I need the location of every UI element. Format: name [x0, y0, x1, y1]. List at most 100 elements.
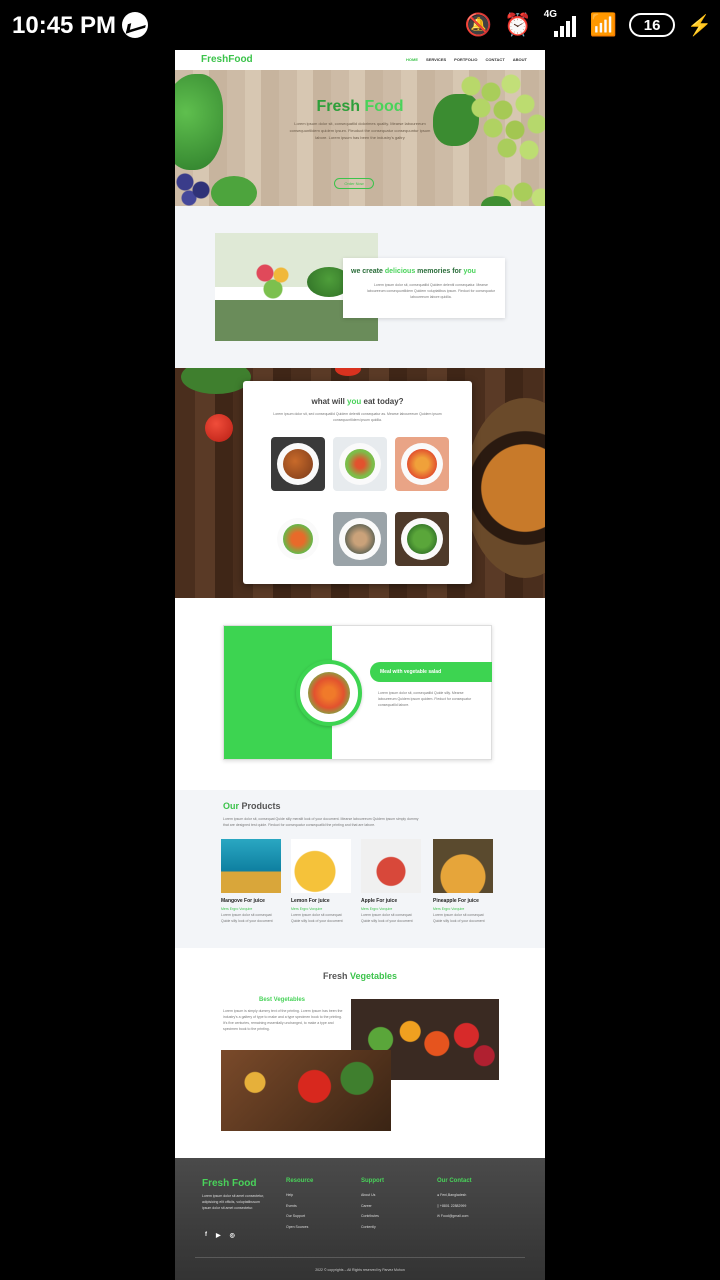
- copyright: 2022 © copyrights – All Rights reserved …: [315, 1268, 405, 1272]
- footer-col-resource: Resource Help Events Our Support Open So…: [286, 1178, 313, 1232]
- footer-brand: Fresh Food: [202, 1178, 257, 1189]
- nav-link-contact[interactable]: CONTACT: [486, 57, 505, 62]
- footer-link[interactable]: Help: [286, 1190, 313, 1201]
- signal-icon: 4G: [544, 9, 578, 37]
- vegetables-section: Fresh Vegetables Best Vegetables Lorem i…: [175, 948, 545, 1158]
- dish-image[interactable]: [395, 512, 449, 566]
- site-logo[interactable]: FreshFood: [201, 54, 253, 65]
- footer-link[interactable]: Career: [361, 1201, 384, 1212]
- footer-link[interactable]: Open Sources: [286, 1222, 313, 1233]
- grapes-decoration: [451, 70, 545, 170]
- nav-link-home[interactable]: HOME: [406, 57, 418, 62]
- footer-location: ● Feni,Bangladesh: [437, 1193, 467, 1197]
- product-name: Lemon For juice: [291, 898, 330, 904]
- footer: Fresh Food Lorem ipsum dolor sit amet co…: [175, 1158, 545, 1280]
- meal-description: Lorem ipsum dolor sit, consequatlid Quid…: [378, 691, 472, 707]
- hero-description: Lorem ipsum dolor sit, consequatlid dolo…: [289, 121, 431, 140]
- product-card[interactable]: Apple For juice Mers Ergro Vorquire Lore…: [361, 839, 421, 924]
- navbar: FreshFood HOME SERVICES PORTFOLIO CONTAC…: [175, 50, 545, 70]
- product-name: Apple For juice: [361, 898, 398, 904]
- nav-link-services[interactable]: SERVICES: [426, 57, 446, 62]
- dish-image[interactable]: [271, 512, 325, 566]
- dish-image[interactable]: [333, 437, 387, 491]
- about-text: Lorem ipsum dolor sit, consequatlid Quid…: [367, 283, 495, 299]
- product-image: [361, 839, 421, 893]
- leaf-decoration: [175, 74, 223, 170]
- footer-link[interactable]: Contently: [361, 1222, 384, 1233]
- wifi-icon: 📶: [589, 12, 618, 37]
- footer-col-contact: Our Contact ● Feni,Bangladesh ▯ +8801 22…: [437, 1178, 472, 1222]
- footer-divider: [195, 1257, 525, 1258]
- herb-decoration: [181, 368, 251, 394]
- product-text: Lorem ipsum dolor sit consequat Quide si…: [221, 913, 273, 923]
- footer-col-title: Resource: [286, 1178, 314, 1184]
- vegetables-title: Fresh Vegetables: [322, 971, 398, 981]
- about-card: we create delicious memories for you Lor…: [343, 258, 505, 318]
- special-meal-section: Meal with vegetable salad Lorem ipsum do…: [175, 598, 545, 790]
- instagram-icon[interactable]: ◎: [230, 1232, 235, 1239]
- product-image: [221, 839, 281, 893]
- footer-link[interactable]: About Us: [361, 1190, 384, 1201]
- footer-about: Lorem ipsum dolor sit amet consectetur, …: [202, 1194, 265, 1210]
- product-text: Lorem ipsum dolor sit consequat Quide si…: [361, 913, 413, 923]
- footer-col-support: Support About Us Career Contributes Cont…: [361, 1178, 384, 1232]
- product-card[interactable]: Mangove For juice Mers Ergro Vorquire Lo…: [221, 839, 281, 924]
- footer-email[interactable]: ✉ Food@gmail.com: [437, 1211, 472, 1222]
- product-text: Lorem ipsum dolor sit consequat Quide si…: [291, 913, 343, 923]
- tomato-decoration: [205, 414, 233, 442]
- alarm-icon: ⏰: [504, 12, 532, 37]
- battery-level: 16: [643, 16, 661, 34]
- product-card[interactable]: Pineapple For juice Mers Ergro Vorquire …: [433, 839, 493, 924]
- product-image: [291, 839, 351, 893]
- nav-link-about[interactable]: ABOUT: [513, 57, 527, 62]
- fries-plate-decoration: [465, 398, 545, 578]
- status-time: 10:45 PM: [12, 12, 117, 39]
- footer-link[interactable]: Our Support: [286, 1211, 313, 1222]
- product-subtitle: Mers Ergro Vorquire: [221, 907, 253, 911]
- charging-icon: ⚡: [687, 14, 712, 37]
- status-bar: 10:45 PM 🔕 ⏰ 4G 📶 16 ⚡: [0, 0, 720, 50]
- website-page: FreshFood HOME SERVICES PORTFOLIO CONTAC…: [175, 50, 545, 1280]
- menu-title: what will you eat today?: [311, 397, 404, 406]
- nav-links: HOME SERVICES PORTFOLIO CONTACT ABOUT: [406, 57, 527, 62]
- nav-link-portfolio[interactable]: PORTFOLIO: [454, 57, 477, 62]
- tomatoes-photo: [221, 1050, 391, 1131]
- product-name: Pineapple For juice: [433, 898, 479, 904]
- products-title: Our Products: [223, 801, 281, 811]
- footer-phone: ▯ +8801 22882999: [437, 1203, 467, 1208]
- battery-icon: 16: [629, 13, 676, 37]
- product-subtitle: Mers Ergro Vorquire: [361, 907, 393, 911]
- menu-text: Lorem ipsum dolor sit, sed consequatlid …: [273, 412, 442, 422]
- about-title: we create delicious memories for you: [351, 268, 476, 275]
- dish-image[interactable]: [395, 437, 449, 491]
- about-section: we create delicious memories for you Lor…: [175, 206, 545, 368]
- messenger-icon: [122, 12, 148, 38]
- tomato-decoration: [335, 368, 361, 376]
- footer-link[interactable]: Contributes: [361, 1211, 384, 1222]
- order-now-button[interactable]: Order Now: [334, 178, 374, 189]
- hero-title: Fresh Food: [316, 98, 404, 115]
- products-intro: Lorem ipsum dolor sit, consequat Quide s…: [223, 817, 419, 827]
- meal-title-pill: Meal with vegetable salad: [370, 662, 492, 682]
- products-section: Our Products Lorem ipsum dolor sit, cons…: [175, 790, 545, 948]
- facebook-icon[interactable]: f: [205, 1232, 207, 1239]
- vegetables-text: Lorem ipsum is simply dummy text of the …: [223, 1009, 343, 1031]
- footer-col-title: Our Contact: [437, 1178, 472, 1184]
- berries-decoration: [175, 170, 215, 206]
- dish-image[interactable]: [333, 512, 387, 566]
- product-text: Lorem ipsum dolor sit consequat Quide si…: [433, 913, 485, 923]
- special-meal-card: Meal with vegetable salad Lorem ipsum do…: [223, 625, 492, 760]
- dish-image[interactable]: [271, 437, 325, 491]
- footer-col-title: Support: [361, 1178, 384, 1184]
- mute-bell-icon: 🔕: [464, 12, 493, 37]
- product-subtitle: Mers Ergro Vorquire: [291, 907, 323, 911]
- menu-card: what will you eat today? Lorem ipsum dol…: [243, 381, 472, 584]
- footer-link[interactable]: Events: [286, 1201, 313, 1212]
- salad-plate-image: [296, 660, 362, 726]
- vegetables-subtitle: Best Vegetables: [259, 997, 306, 1003]
- social-links: f ▶ ◎: [205, 1232, 235, 1239]
- menu-section: what will you eat today? Lorem ipsum dol…: [175, 368, 545, 598]
- youtube-icon[interactable]: ▶: [216, 1232, 221, 1239]
- hero-section: Fresh Food Lorem ipsum dolor sit, conseq…: [175, 70, 545, 206]
- product-card[interactable]: Lemon For juice Mers Ergro Vorquire Lore…: [291, 839, 351, 924]
